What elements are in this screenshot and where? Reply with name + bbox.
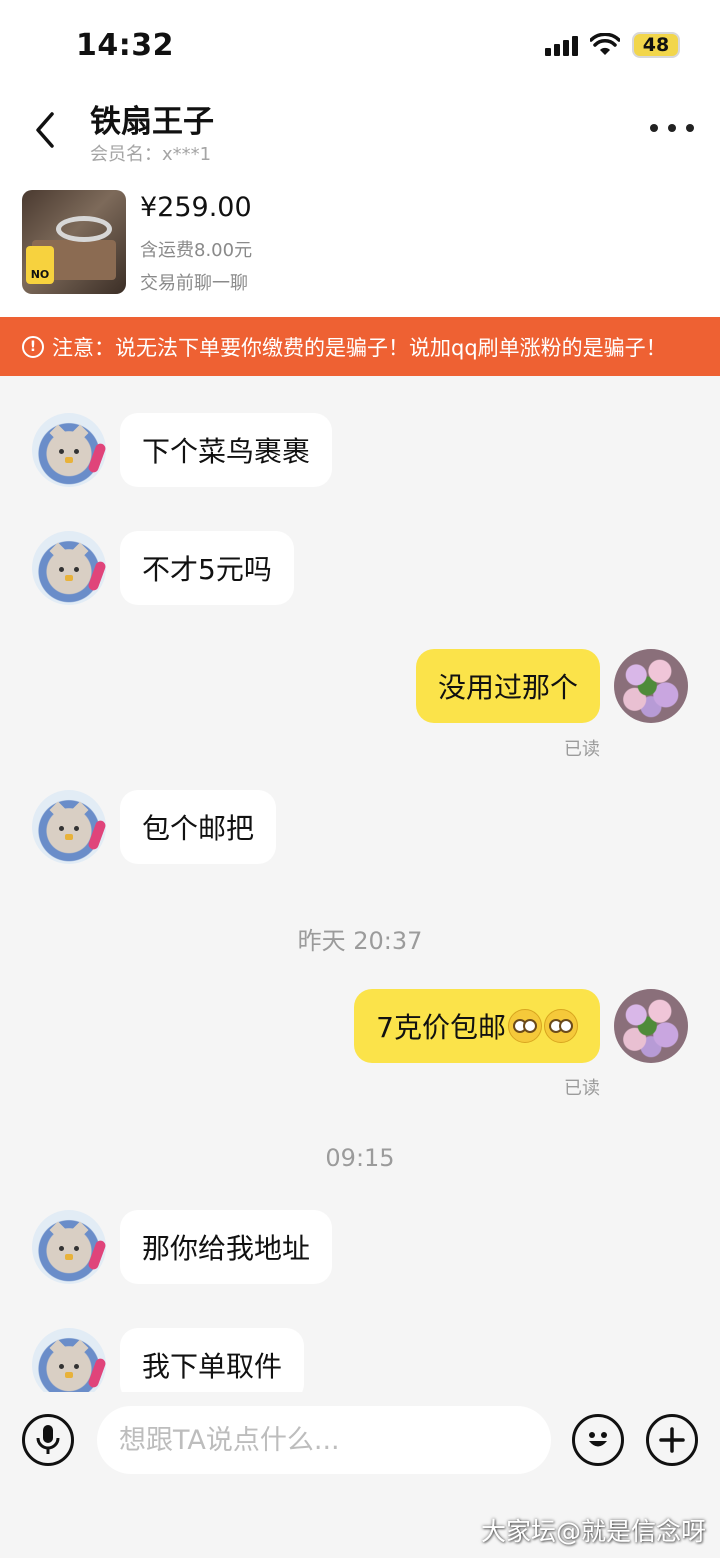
shipping-fee: 含运费8.00元 — [140, 240, 253, 261]
read-status: 已读 — [564, 1078, 600, 1099]
product-thumbnail[interactable]: NO — [22, 190, 126, 294]
flushed-emoji-icon — [508, 1009, 542, 1043]
message-bubble[interactable]: 7克价包邮 — [354, 989, 600, 1063]
status-bar: 14:32 48 — [0, 0, 720, 90]
timestamp: 09:15 — [325, 1144, 395, 1172]
emoji-icon — [589, 1432, 607, 1447]
user-avatar[interactable] — [614, 989, 688, 1063]
timestamp: 昨天 20:37 — [297, 927, 423, 955]
warning-icon: ! — [22, 335, 44, 358]
warning-text: 注意：说无法下单要你缴费的是骗子！说加qq刷单涨粉的是骗子！ — [52, 335, 667, 360]
plus-icon — [659, 1427, 685, 1453]
signal-icon — [545, 34, 578, 56]
message-bubble[interactable]: 没用过那个 — [415, 649, 600, 723]
message-bubble[interactable]: 那你给我地址 — [120, 1210, 333, 1284]
message-bubble[interactable]: 下个菜鸟裹裹 — [120, 413, 333, 487]
mic-icon — [36, 1425, 60, 1454]
flushed-emoji-icon — [544, 1009, 578, 1043]
input-bar: 大家坛@就是信念呀 — [0, 1392, 720, 1558]
seller-avatar[interactable] — [32, 531, 106, 605]
plus-button[interactable] — [646, 1414, 698, 1466]
emoji-button[interactable] — [572, 1414, 624, 1466]
status-time: 14:32 — [76, 28, 174, 63]
product-note: 交易前聊一聊 — [140, 273, 248, 294]
seller-avatar[interactable] — [32, 413, 106, 487]
status-icons: 48 — [545, 32, 680, 58]
message-bubble[interactable]: 我下单取件 — [120, 1328, 305, 1392]
wifi-icon — [590, 33, 620, 55]
read-status: 已读 — [564, 739, 600, 760]
seller-avatar[interactable] — [32, 1210, 106, 1284]
watermark: 大家坛@就是信念呀 — [480, 1517, 706, 1546]
message-bubble[interactable]: 包个邮把 — [120, 790, 277, 864]
member-name: 会员名：x***1 — [90, 144, 212, 165]
message-text: 7克价包邮 — [376, 1011, 506, 1044]
product-card[interactable]: NO ¥259.00 含运费8.00元 交易前聊一聊 — [0, 180, 720, 317]
mic-button[interactable] — [22, 1414, 74, 1466]
user-avatar[interactable] — [614, 649, 688, 723]
message-bubble[interactable]: 不才5元吗 — [120, 531, 294, 605]
seller-avatar[interactable] — [32, 790, 106, 864]
seller-avatar[interactable] — [32, 1328, 106, 1392]
product-price: ¥259.00 — [140, 192, 252, 223]
chat-list[interactable]: 下个菜鸟裹裹 不才5元吗 没用过那个 已读 包个邮把 昨天 20:37 7克价包… — [0, 376, 720, 1392]
message-input[interactable] — [97, 1406, 551, 1474]
no-badge: NO — [26, 246, 54, 284]
contact-name: 铁扇王子 — [90, 104, 214, 140]
chat-header: 铁扇王子 会员名：x***1 — [0, 90, 720, 180]
more-icon[interactable] — [650, 110, 694, 146]
warning-banner: ! 注意：说无法下单要你缴费的是骗子！说加qq刷单涨粉的是骗子！ — [0, 317, 720, 376]
battery-indicator: 48 — [632, 32, 680, 58]
back-icon[interactable] — [30, 110, 60, 150]
